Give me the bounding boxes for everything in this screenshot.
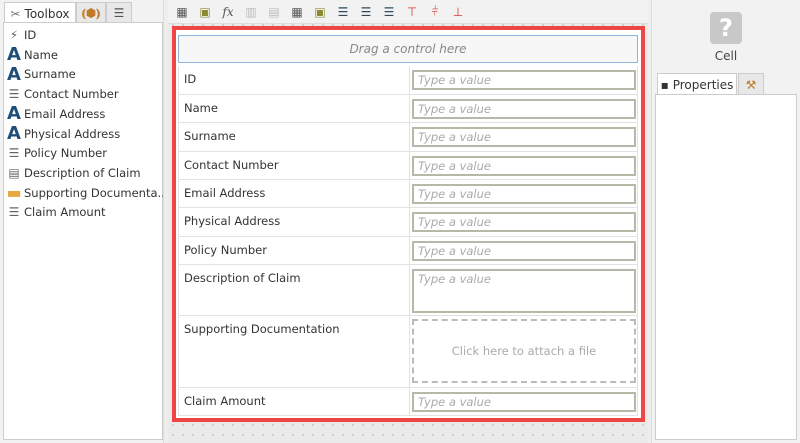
column-divider (409, 152, 410, 179)
table-properties-icon[interactable]: ▦ (173, 3, 191, 21)
formula-button[interactable]: fx (219, 3, 237, 21)
align-right-icon[interactable]: ☰ (380, 3, 398, 21)
align-center-icon[interactable]: ☰ (357, 3, 375, 21)
drag-control-placeholder[interactable]: Drag a control here (178, 35, 638, 63)
toolbox-item-label: Email Address (24, 106, 106, 121)
merge-cells-icon[interactable]: ▦ (288, 3, 306, 21)
form-row: Surname Type a value (178, 123, 638, 152)
field-label: Contact Number (184, 158, 279, 172)
align-bottom-icon[interactable]: ⊥ (449, 3, 467, 21)
tab-rules[interactable]: ⚒ (738, 73, 764, 95)
value-input[interactable]: Type a value (412, 156, 636, 176)
value-input[interactable]: Type a value (412, 269, 636, 313)
form-row: Name Type a value (178, 95, 638, 123)
toolbox-item[interactable]: A Physical Address (4, 123, 121, 144)
tab-variables[interactable]: ⦅⬢⦆ (76, 2, 106, 23)
form-row: ID Type a value (178, 66, 638, 95)
column-divider (409, 208, 410, 236)
form-row: Supporting Documentation Click here to at… (178, 316, 638, 388)
text-icon: A (7, 44, 21, 66)
column-divider (409, 95, 410, 122)
field-label: Surname (184, 129, 236, 143)
toolbox-item-label: ID (24, 28, 37, 42)
toolbox-item-label: Description of Claim (24, 165, 141, 180)
insert-row-icon[interactable]: ▤ (265, 3, 283, 21)
number-icon: ☰ (8, 87, 20, 102)
number-icon: ☰ (8, 205, 20, 220)
text-icon: A (7, 103, 21, 125)
field-label: Name (184, 101, 218, 115)
selected-type-label: Cell (714, 49, 738, 63)
toolbox-item[interactable]: ⚡ ID (4, 25, 36, 45)
toolbox-item-label: Surname (24, 67, 76, 82)
form-row: Physical Address Type a value (178, 208, 638, 237)
field-label: Policy Number (184, 243, 267, 257)
field-label: Claim Amount (184, 394, 266, 408)
form-row: Contact Number Type a value (178, 152, 638, 180)
toolbox-item[interactable]: ▬ Supporting Documenta... (4, 183, 169, 203)
autonumber-icon: ⚡ (9, 28, 19, 42)
tab-properties[interactable]: ▪ Properties (657, 73, 737, 96)
value-input[interactable]: Type a value (412, 99, 636, 119)
toolbox-item[interactable]: A Name (4, 44, 58, 66)
value-input[interactable]: Type a value (412, 212, 636, 232)
value-input[interactable]: Type a value (412, 127, 636, 147)
split-cells-icon[interactable]: ▣ (311, 3, 329, 21)
value-input[interactable]: Type a value (412, 184, 636, 204)
toolbox-list: ⚡ ID A Name A Surname ☰ Contact Number A Email Ad… (3, 22, 169, 440)
toolbox-item[interactable]: A Email Address (4, 103, 106, 125)
gavel-icon: ⚒ (745, 77, 757, 92)
column-divider (409, 316, 410, 387)
field-label: Physical Address (184, 214, 281, 228)
value-input[interactable]: Type a value (412, 392, 636, 412)
column-divider (409, 237, 410, 264)
toolbox-item[interactable]: ☰ Policy Number (4, 143, 107, 163)
align-middle-icon[interactable]: ⫩ (426, 3, 444, 21)
properties-content (655, 94, 797, 440)
toolbox-item[interactable]: ☰ Contact Number (4, 84, 119, 104)
align-left-icon[interactable]: ☰ (334, 3, 352, 21)
toolbox-item[interactable]: ▤ Description of Claim (4, 163, 141, 183)
form-row: Claim Amount Type a value (178, 388, 638, 416)
value-input[interactable]: Type a value (412, 241, 636, 261)
field-label: Supporting Documentation (184, 322, 340, 336)
tab-toolbox[interactable]: ✂ Toolbox (4, 2, 76, 24)
form-row: Description of Claim Type a value (178, 265, 638, 316)
column-divider (409, 388, 410, 415)
variables-icon: ⦅⬢⦆ (81, 5, 101, 20)
form-row: Policy Number Type a value (178, 237, 638, 265)
column-divider (409, 180, 410, 207)
text-icon: A (7, 63, 21, 85)
number-icon: ☰ (8, 146, 20, 161)
attach-file-area[interactable]: Click here to attach a file (412, 319, 636, 383)
insert-icon[interactable]: ▣ (196, 3, 214, 21)
column-divider (409, 123, 410, 151)
toolbox-item-label: Physical Address (24, 126, 121, 141)
properties-icon: ▪ (660, 78, 669, 92)
toolbox-item[interactable]: A Surname (4, 63, 76, 85)
form-row: Email Address Type a value (178, 180, 638, 208)
text-icon: A (7, 123, 21, 144)
toolbox-item-label: Contact Number (24, 87, 119, 102)
memo-icon: ▤ (8, 165, 20, 180)
column-divider (409, 265, 410, 315)
field-label: ID (184, 72, 197, 86)
folder-icon: ▬ (6, 183, 22, 203)
outline-icon: ☰ (113, 6, 125, 20)
unknown-cell-icon: ? (710, 12, 742, 44)
toolbox-item[interactable]: ☰ Claim Amount (4, 202, 106, 222)
toolbox-item-label: Supporting Documenta... (24, 185, 169, 200)
column-divider (409, 66, 410, 94)
toolbox-item-label: Policy Number (24, 146, 107, 161)
align-top-icon[interactable]: ⊤ (403, 3, 421, 21)
field-label: Email Address (184, 186, 266, 200)
tools-icon: ✂ (10, 6, 21, 21)
field-label: Description of Claim (184, 271, 301, 285)
toolbox-item-label: Name (24, 47, 58, 62)
toolbox-item-label: Claim Amount (24, 205, 106, 220)
insert-column-icon[interactable]: ▥ (242, 3, 260, 21)
tab-outline[interactable]: ☰ (106, 2, 132, 23)
value-input[interactable]: Type a value (412, 70, 636, 90)
toolbar: ▦ ▣ fx ▥ ▤ ▦ ▣ ☰ ☰ ☰ ⊤ ⫩ ⊥ (168, 0, 650, 24)
